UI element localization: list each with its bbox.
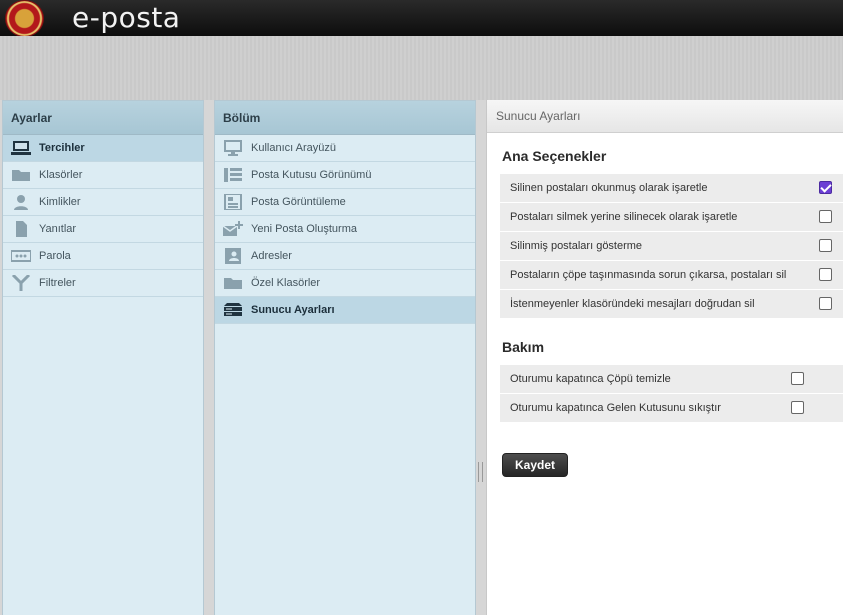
folder-icon <box>12 170 30 181</box>
address-book-icon <box>225 248 241 264</box>
option-row: Silinen postaları okunmuş olarak işaretl… <box>500 174 843 202</box>
section-item-addresses[interactable]: Adresler <box>215 243 475 270</box>
filter-icon <box>11 275 31 291</box>
monitor-icon <box>11 141 31 155</box>
option-checkbox[interactable] <box>819 239 832 252</box>
section-panel: Bölüm Kullanıcı Arayüzü Posta Kutusu Gör… <box>214 100 476 615</box>
settings-item-label: Filtreler <box>39 277 76 289</box>
settings-item-label: Kimlikler <box>39 196 81 208</box>
option-label: Oturumu kapatınca Gelen Kutusunu sıkıştı… <box>510 402 721 414</box>
document-icon <box>16 221 27 237</box>
section-item-label: Yeni Posta Oluşturma <box>251 223 357 235</box>
option-label: Postaları silmek yerine silinecek olarak… <box>510 211 738 223</box>
maintenance-title: Bakım <box>502 339 545 355</box>
settings-item-label: Yanıtlar <box>39 223 77 235</box>
header-stripe <box>0 36 843 100</box>
section-item-server-settings[interactable]: Sunucu Ayarları <box>215 297 475 324</box>
section-item-special-folders[interactable]: Özel Klasörler <box>215 270 475 297</box>
option-checkbox[interactable] <box>791 401 804 414</box>
option-checkbox[interactable] <box>819 268 832 281</box>
section-item-label: Posta Kutusu Görünümü <box>251 169 372 181</box>
server-icon <box>224 303 242 316</box>
option-row: İstenmeyenler klasöründeki mesajları doğ… <box>500 290 843 318</box>
option-label: Silinmiş postaları gösterme <box>510 240 643 252</box>
option-row: Postaların çöpe taşınmasında sorun çıkar… <box>500 261 843 289</box>
folder-icon <box>224 278 242 289</box>
top-bar: e-posta <box>0 0 843 37</box>
server-settings-header: Sunucu Ayarları <box>487 100 843 133</box>
settings-item-responses[interactable]: Yanıtlar <box>3 216 203 243</box>
main-options-title: Ana Seçenekler <box>502 148 607 164</box>
section-item-label: Sunucu Ayarları <box>251 304 335 316</box>
server-settings-panel: Sunucu Ayarları Ana Seçenekler Silinen p… <box>486 100 843 615</box>
settings-panel-header: Ayarlar <box>3 101 203 135</box>
option-row: Oturumu kapatınca Gelen Kutusunu sıkıştı… <box>500 394 843 422</box>
section-item-label: Adresler <box>251 250 292 262</box>
section-item-message-view[interactable]: Posta Görüntüleme <box>215 189 475 216</box>
compose-icon <box>223 221 243 236</box>
section-item-label: Özel Klasörler <box>251 277 321 289</box>
option-label: İstenmeyenler klasöründeki mesajları doğ… <box>510 298 755 310</box>
settings-item-label: Parola <box>39 250 71 262</box>
app-title: e-posta <box>72 1 181 34</box>
settings-item-filters[interactable]: Filtreler <box>3 270 203 297</box>
section-item-compose[interactable]: Yeni Posta Oluşturma <box>215 216 475 243</box>
option-checkbox[interactable] <box>819 210 832 223</box>
section-item-mailbox-view[interactable]: Posta Kutusu Görünümü <box>215 162 475 189</box>
option-label: Oturumu kapatınca Çöpü temizle <box>510 373 671 385</box>
settings-item-folders[interactable]: Klasörler <box>3 162 203 189</box>
person-icon <box>14 195 28 210</box>
message-view-icon <box>224 194 242 210</box>
settings-item-label: Klasörler <box>39 169 83 181</box>
option-checkbox[interactable] <box>791 372 804 385</box>
option-row: Oturumu kapatınca Çöpü temizle <box>500 365 843 393</box>
monitor-icon <box>224 140 242 156</box>
option-row: Silinmiş postaları gösterme <box>500 232 843 260</box>
settings-item-identities[interactable]: Kimlikler <box>3 189 203 216</box>
section-panel-header: Bölüm <box>215 101 475 135</box>
section-item-label: Posta Görüntüleme <box>251 196 346 208</box>
settings-panel: Ayarlar Tercihler Klasörler Kimlikler Ya… <box>2 100 204 615</box>
option-label: Silinen postaları okunmuş olarak işaretl… <box>510 182 708 194</box>
password-icon <box>11 250 31 262</box>
list-view-icon <box>224 168 242 182</box>
option-checkbox[interactable] <box>819 181 832 194</box>
section-item-user-interface[interactable]: Kullanıcı Arayüzü <box>215 135 475 162</box>
option-checkbox[interactable] <box>819 297 832 310</box>
option-row: Postaları silmek yerine silinecek olarak… <box>500 203 843 231</box>
settings-item-password[interactable]: Parola <box>3 243 203 270</box>
save-button[interactable]: Kaydet <box>502 453 568 477</box>
section-item-label: Kullanıcı Arayüzü <box>251 142 336 154</box>
settings-item-label: Tercihler <box>39 142 85 154</box>
panel-resize-handle[interactable] <box>478 462 483 482</box>
university-logo <box>5 0 44 37</box>
settings-item-preferences[interactable]: Tercihler <box>3 135 203 162</box>
option-label: Postaların çöpe taşınmasında sorun çıkar… <box>510 269 787 281</box>
